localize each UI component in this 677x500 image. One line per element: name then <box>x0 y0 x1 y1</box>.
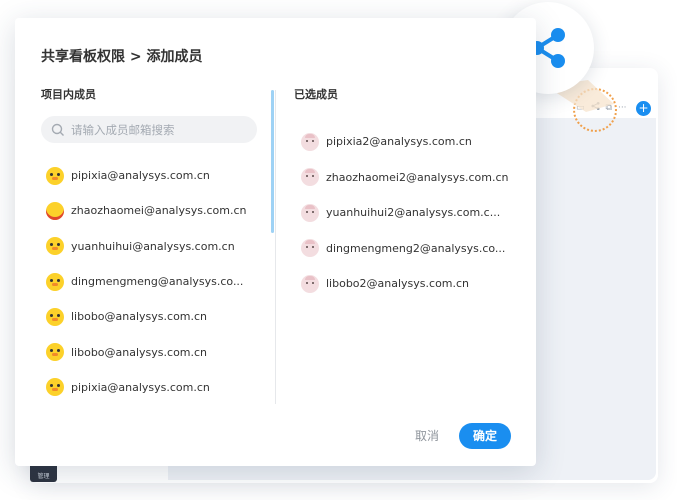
list-item[interactable]: zhaozhaomei2@analysys.com.cn <box>301 160 508 196</box>
member-search-input[interactable]: 请输入成员邮箱搜索 <box>41 116 257 143</box>
duck-avatar-icon <box>46 378 64 397</box>
list-item[interactable]: libobo@analysys.com.cn <box>46 334 246 369</box>
duck-avatar-icon <box>46 166 64 185</box>
list-item[interactable]: yuanhuihui@analysys.com.cn <box>46 229 246 264</box>
cancel-button[interactable]: 取消 <box>415 427 439 444</box>
project-members-heading: 项目内成员 <box>41 88 96 101</box>
project-member-list: pipixia@analysys.com.cn zhaozhaomei@anal… <box>46 158 246 405</box>
list-item[interactable]: libobo2@analysys.com.cn <box>301 266 508 302</box>
duck-red-avatar-icon <box>46 201 64 220</box>
member-email: libobo@analysys.com.cn <box>71 345 208 359</box>
member-email: pipixia@analysys.com.cn <box>71 380 210 394</box>
add-button[interactable]: + <box>636 101 651 116</box>
member-email: libobo2@analysys.com.cn <box>326 277 470 291</box>
share-highlight-ring <box>573 88 617 132</box>
add-member-dialog: 共享看板权限 > 添加成员 项目内成员 请输入成员邮箱搜索 pipixia@an… <box>15 18 536 466</box>
member-email: yuanhuihui2@analysys.com.c... <box>326 206 501 220</box>
confirm-button[interactable]: 确定 <box>459 423 511 449</box>
list-item[interactable]: pipixia2@analysys.com.cn <box>301 124 508 160</box>
creature-avatar-icon <box>301 203 319 222</box>
dialog-title: 共享看板权限 > 添加成员 <box>41 49 203 65</box>
selected-members-column: 已选成员 <box>294 86 524 104</box>
list-item[interactable]: libobo@analysys.com.cn <box>46 299 246 334</box>
selected-member-list: pipixia2@analysys.com.cn zhaozhaomei2@an… <box>301 124 508 302</box>
list-scrollbar[interactable] <box>271 90 274 233</box>
list-item[interactable]: dingmengmeng@analysys.co... <box>46 264 246 299</box>
selected-members-heading: 已选成员 <box>294 88 338 101</box>
list-item[interactable]: zhaozhaomei@analysys.com.cn <box>46 193 246 228</box>
creature-avatar-icon <box>301 168 319 187</box>
creature-avatar-icon <box>301 132 319 151</box>
list-item[interactable]: pipixia@analysys.com.cn <box>46 158 246 193</box>
member-email: pipixia@analysys.com.cn <box>71 169 210 183</box>
member-email: dingmengmeng@analysys.co... <box>71 275 244 289</box>
member-email: zhaozhaomei2@analysys.com.cn <box>326 170 509 184</box>
member-email: libobo@analysys.com.cn <box>71 310 208 324</box>
list-item[interactable]: yuanhuihui2@analysys.com.c... <box>301 195 508 231</box>
list-item[interactable]: pipixia@analysys.com.cn <box>46 370 246 405</box>
duck-avatar-icon <box>46 343 64 362</box>
member-email: pipixia2@analysys.com.cn <box>326 135 472 149</box>
creature-avatar-icon <box>301 274 319 293</box>
search-placeholder: 请输入成员邮箱搜索 <box>71 122 175 137</box>
list-item[interactable]: dingmengmeng2@analysys.co... <box>301 231 508 267</box>
duck-avatar-icon <box>46 307 64 326</box>
member-email: yuanhuihui@analysys.com.cn <box>71 239 235 253</box>
search-icon <box>49 121 67 139</box>
project-members-column: 项目内成员 <box>41 86 273 104</box>
duck-avatar-icon <box>46 237 64 256</box>
more-icon[interactable]: ··· <box>618 102 627 114</box>
column-divider <box>275 90 276 404</box>
member-email: zhaozhaomei@analysys.com.cn <box>71 204 247 218</box>
member-email: dingmengmeng2@analysys.co... <box>326 241 506 255</box>
creature-avatar-icon <box>301 239 319 258</box>
duck-avatar-icon <box>46 272 64 291</box>
